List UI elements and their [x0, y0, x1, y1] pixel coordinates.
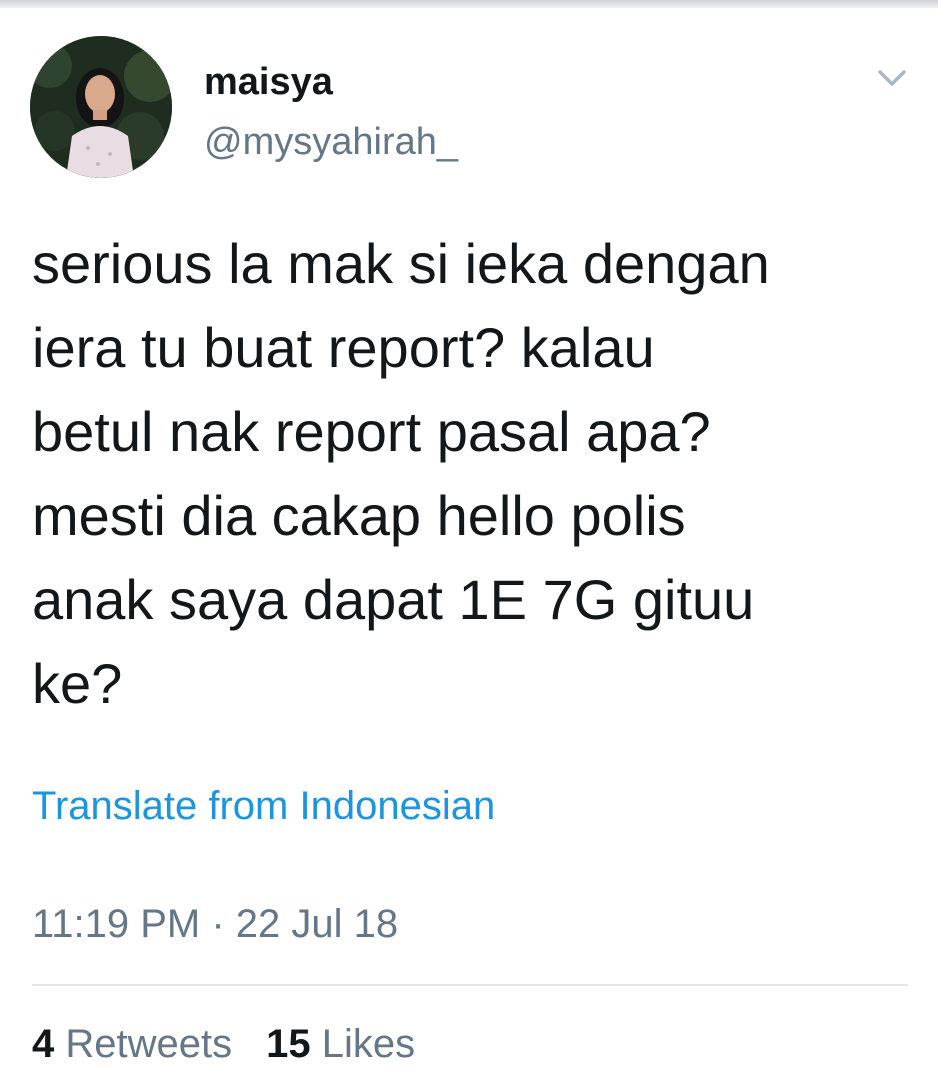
- retweets-count: 4: [32, 1022, 55, 1066]
- avatar[interactable]: [30, 36, 172, 178]
- retweets-label: Retweets: [65, 1022, 233, 1066]
- tweet-timestamp[interactable]: 11:19 PM · 22 Jul 18: [32, 898, 398, 950]
- tweet-text: serious la mak si ieka dengan iera tu bu…: [32, 232, 770, 715]
- engagement-stats: 4 Retweets 15 Likes: [32, 1018, 415, 1070]
- top-divider: [0, 0, 938, 8]
- divider: [32, 984, 908, 986]
- user-handle[interactable]: @mysyahirah_: [204, 118, 458, 166]
- chevron-down-icon[interactable]: [872, 60, 912, 96]
- likes-count: 15: [266, 1022, 311, 1066]
- likes-label: Likes: [321, 1022, 416, 1066]
- display-name[interactable]: maisya: [204, 58, 333, 106]
- retweets-stat[interactable]: 4 Retweets: [32, 1022, 232, 1066]
- profile-photo: [30, 36, 172, 178]
- translate-link[interactable]: Translate from Indonesian: [32, 780, 495, 832]
- likes-stat[interactable]: 15 Likes: [266, 1022, 415, 1066]
